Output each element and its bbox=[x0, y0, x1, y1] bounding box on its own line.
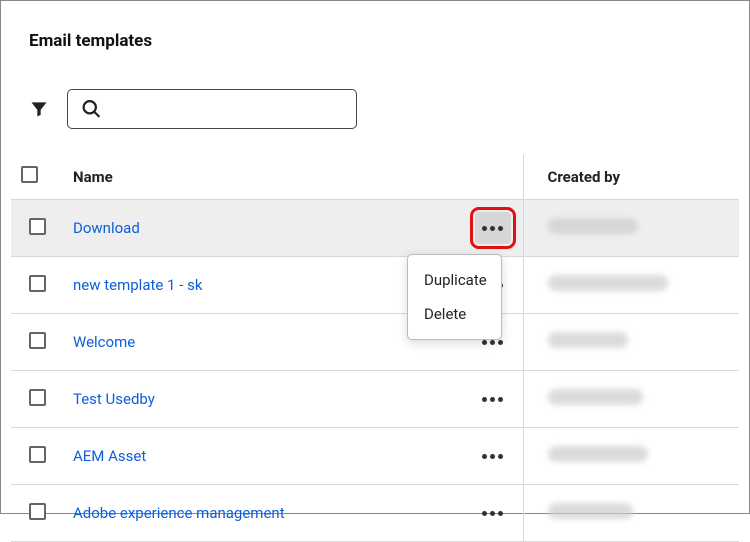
filter-button[interactable] bbox=[29, 99, 49, 119]
menu-item-delete[interactable]: Delete bbox=[408, 297, 501, 331]
table-row: AEM Asset bbox=[11, 428, 739, 485]
menu-item-duplicate[interactable]: Duplicate bbox=[408, 263, 501, 297]
table-row: Download bbox=[11, 200, 739, 257]
row-checkbox[interactable] bbox=[29, 446, 46, 463]
template-link[interactable]: Download bbox=[73, 219, 140, 237]
template-link[interactable]: new template 1 - sk bbox=[73, 276, 202, 294]
column-header-name[interactable]: Name bbox=[63, 154, 463, 200]
template-link[interactable]: Welcome bbox=[73, 333, 135, 351]
more-icon bbox=[482, 340, 503, 345]
created-by-value bbox=[548, 332, 628, 348]
more-icon bbox=[482, 454, 503, 459]
search-icon bbox=[81, 99, 102, 120]
toolbar bbox=[29, 89, 739, 129]
search-field bbox=[67, 89, 357, 129]
more-actions-button[interactable] bbox=[475, 212, 511, 244]
page-title: Email templates bbox=[29, 31, 739, 51]
created-by-value bbox=[548, 218, 638, 234]
more-icon bbox=[482, 511, 503, 516]
more-actions-button[interactable] bbox=[475, 497, 511, 529]
row-checkbox[interactable] bbox=[29, 275, 46, 292]
filter-icon bbox=[29, 99, 49, 119]
table-row: Test Usedby bbox=[11, 371, 739, 428]
row-checkbox[interactable] bbox=[29, 503, 46, 520]
templates-table: Name Created by Download new template 1 -… bbox=[11, 154, 739, 542]
row-checkbox[interactable] bbox=[29, 332, 46, 349]
search-input[interactable] bbox=[67, 89, 357, 129]
row-actions-menu: Duplicate Delete bbox=[407, 254, 502, 340]
table-row: new template 1 - sk bbox=[11, 257, 739, 314]
select-all-checkbox[interactable] bbox=[21, 166, 38, 183]
table-row: Adobe experience management bbox=[11, 485, 739, 542]
template-link[interactable]: Test Usedby bbox=[73, 390, 155, 408]
created-by-value bbox=[548, 389, 643, 405]
more-actions-button[interactable] bbox=[475, 383, 511, 415]
column-header-created-by[interactable]: Created by bbox=[523, 154, 739, 200]
more-icon bbox=[482, 397, 503, 402]
template-link[interactable]: AEM Asset bbox=[73, 447, 146, 465]
table-row: Welcome bbox=[11, 314, 739, 371]
created-by-value bbox=[548, 446, 648, 462]
created-by-value bbox=[548, 275, 668, 291]
more-icon bbox=[482, 226, 503, 231]
row-checkbox[interactable] bbox=[29, 218, 46, 235]
more-actions-button[interactable] bbox=[475, 440, 511, 472]
created-by-value bbox=[548, 503, 633, 519]
template-link[interactable]: Adobe experience management bbox=[73, 504, 285, 522]
row-checkbox[interactable] bbox=[29, 389, 46, 406]
